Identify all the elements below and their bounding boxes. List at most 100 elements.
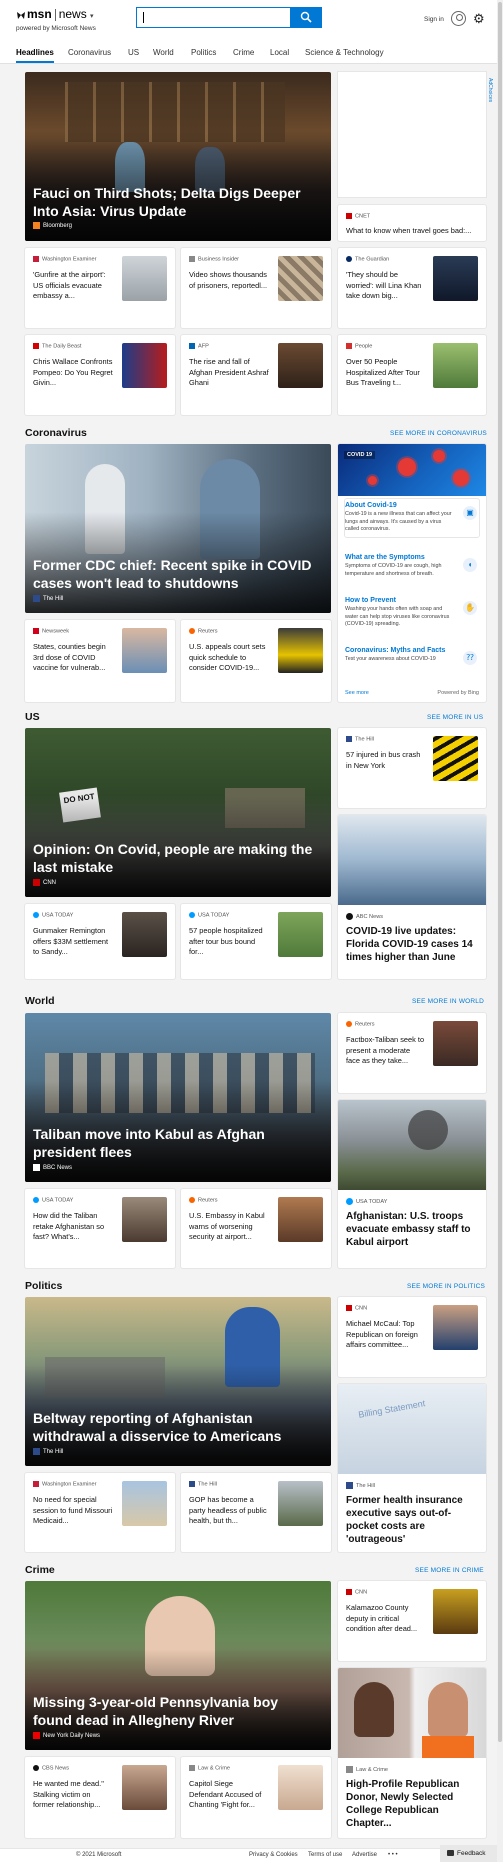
covid-item-myths[interactable]: Coronavirus: Myths and Facts Test your a… bbox=[345, 647, 479, 665]
card-title: Factbox-Taliban seek to present a modera… bbox=[346, 1035, 425, 1065]
hero-title[interactable]: Taliban move into Kabul as Afghan presid… bbox=[33, 1125, 319, 1161]
news-card[interactable]: USA TODAY 57 people hospitalized after t… bbox=[181, 904, 331, 979]
section-title-us[interactable]: US bbox=[25, 711, 40, 723]
feedback-button[interactable]: Feedback bbox=[440, 1845, 497, 1862]
card-thumbnail bbox=[433, 1021, 478, 1066]
card-title: Video shows thousands of prisoners, repo… bbox=[189, 270, 268, 290]
news-card[interactable]: Law & Crime Capitol Siege Defendant Accu… bbox=[181, 1757, 331, 1838]
avatar-icon[interactable] bbox=[451, 11, 466, 26]
news-card[interactable]: CNN Michael McCaul: Top Republican on fo… bbox=[338, 1297, 486, 1377]
news-card[interactable]: Washington Examiner No need for special … bbox=[25, 1473, 175, 1552]
section-title-politics[interactable]: Politics bbox=[25, 1280, 62, 1292]
hero-title[interactable]: Missing 3-year-old Pennsylvania boy foun… bbox=[33, 1693, 319, 1729]
tall-card[interactable]: Billing Statement The Hill Former health… bbox=[338, 1384, 486, 1552]
card-source: Washington Examiner bbox=[33, 1481, 97, 1487]
news-card[interactable]: People Over 50 People Hospitalized After… bbox=[338, 335, 486, 415]
news-card[interactable]: Reuters Factbox-Taliban seek to present … bbox=[338, 1013, 486, 1093]
card-thumbnail bbox=[278, 1481, 323, 1526]
terms-link[interactable]: Terms of use bbox=[308, 1852, 342, 1858]
card-source: Washington Examiner bbox=[33, 256, 97, 262]
news-card[interactable]: USA TODAY Gunmaker Remington offers $33M… bbox=[25, 904, 175, 979]
hero-title[interactable]: Opinion: On Covid, people are making the… bbox=[33, 840, 319, 876]
news-card[interactable]: Reuters U.S. Embassy in Kabul warns of w… bbox=[181, 1189, 331, 1268]
news-card[interactable]: Business Insider Video shows thousands o… bbox=[181, 248, 331, 328]
news-card[interactable]: USA TODAY How did the Taliban retake Afg… bbox=[25, 1189, 175, 1268]
side-card[interactable]: CNET What to know when travel goes bad:.… bbox=[338, 205, 486, 241]
tab-world[interactable]: World bbox=[153, 48, 174, 57]
see-more-politics[interactable]: SEE MORE IN POLITICS bbox=[407, 1283, 485, 1290]
card-thumbnail bbox=[278, 1765, 323, 1810]
covid-item-prevent[interactable]: How to Prevent Washing your hands often … bbox=[345, 597, 479, 629]
person-icon: ◖ bbox=[463, 558, 477, 572]
ad-choices-label[interactable]: AdChoices bbox=[487, 78, 493, 102]
tab-science-technology[interactable]: Science & Technology bbox=[305, 48, 384, 57]
covid-item-symptoms[interactable]: What are the Symptoms Symptoms of COVID-… bbox=[345, 554, 479, 578]
card-title: The rise and fall of Afghan President As… bbox=[189, 357, 269, 387]
info-icon: ▣ bbox=[463, 506, 477, 520]
section-title-world[interactable]: World bbox=[25, 995, 55, 1007]
brand-name: msn bbox=[27, 7, 52, 21]
hero-title[interactable]: Former CDC chief: Recent spike in COVID … bbox=[33, 556, 319, 592]
source-logo-icon bbox=[346, 913, 353, 920]
card-title: What to know when travel goes bad:... bbox=[346, 226, 472, 235]
hero-card-coronavirus[interactable]: Former CDC chief: Recent spike in COVID … bbox=[25, 444, 331, 613]
hero-card-world[interactable]: Taliban move into Kabul as Afghan presid… bbox=[25, 1013, 331, 1182]
scrollbar-thumb[interactable] bbox=[498, 2, 502, 1742]
sign-in-link[interactable]: Sign in bbox=[424, 16, 444, 23]
tall-card[interactable]: USA TODAY Afghanistan: U.S. troops evacu… bbox=[338, 1100, 486, 1268]
hero-card-politics[interactable]: Beltway reporting of Afghanistan withdra… bbox=[25, 1297, 331, 1466]
gear-icon[interactable]: ⚙ bbox=[473, 12, 485, 25]
tab-crime[interactable]: Crime bbox=[233, 48, 254, 57]
hero-card-crime[interactable]: Missing 3-year-old Pennsylvania boy foun… bbox=[25, 1581, 331, 1750]
hero-card-us[interactable]: DO NOT Opinion: On Covid, people are mak… bbox=[25, 728, 331, 897]
tab-headlines[interactable]: Headlines bbox=[16, 48, 54, 63]
news-card[interactable]: CBS News He wanted me dead." Stalking vi… bbox=[25, 1757, 175, 1838]
card-source: Reuters bbox=[189, 1197, 218, 1203]
news-card[interactable]: Newsweek States, counties begin 3rd dose… bbox=[25, 620, 175, 702]
see-more-coronavirus[interactable]: SEE MORE IN CORONAVIRUS bbox=[390, 430, 487, 437]
hero-title[interactable]: Beltway reporting of Afghanistan withdra… bbox=[33, 1409, 319, 1445]
news-card[interactable]: The Hill GOP has become a party headless… bbox=[181, 1473, 331, 1552]
card-title: GOP has become a party headless of publi… bbox=[189, 1495, 267, 1525]
footer: © 2021 Microsoft Privacy & Cookies Terms… bbox=[0, 1848, 497, 1862]
privacy-link[interactable]: Privacy & Cookies bbox=[249, 1852, 298, 1858]
covid-banner: COVID 19 bbox=[338, 444, 486, 496]
see-more-world[interactable]: SEE MORE IN WORLD bbox=[412, 998, 484, 1005]
see-more-crime[interactable]: SEE MORE IN CRIME bbox=[415, 1567, 484, 1574]
source-logo-icon bbox=[346, 256, 352, 262]
news-card[interactable]: Washington Examiner 'Gunfire at the airp… bbox=[25, 248, 175, 328]
source-logo-icon bbox=[189, 1765, 195, 1771]
more-icon[interactable]: • • • bbox=[388, 1852, 398, 1858]
scrollbar[interactable] bbox=[497, 0, 503, 1862]
tall-card[interactable]: Law & Crime High-Profile Republican Dono… bbox=[338, 1668, 486, 1838]
section-title-coronavirus[interactable]: Coronavirus bbox=[25, 427, 87, 439]
news-card[interactable]: Reuters U.S. appeals court sets quick sc… bbox=[181, 620, 331, 702]
chevron-down-icon[interactable]: ▾ bbox=[90, 13, 94, 20]
see-more-us[interactable]: SEE MORE IN US bbox=[427, 714, 483, 721]
covid-item-heading: Coronavirus: Myths and Facts bbox=[345, 647, 446, 654]
news-card[interactable]: The Daily Beast Chris Wallace Confronts … bbox=[25, 335, 175, 415]
covid-item-desc: Symptoms of COVID-19 are cough, high tem… bbox=[345, 563, 442, 577]
hero-source: New York Daily News bbox=[33, 1732, 100, 1739]
source-logo-icon bbox=[33, 256, 39, 262]
section-title-crime[interactable]: Crime bbox=[25, 1564, 55, 1576]
hero-title[interactable]: Fauci on Third Shots; Delta Digs Deeper … bbox=[33, 184, 319, 220]
tall-card[interactable]: ABC News COVID-19 live updates: Florida … bbox=[338, 815, 486, 979]
ad-slot bbox=[338, 72, 486, 197]
news-card[interactable]: The Hill 57 injured in bus crash in New … bbox=[338, 728, 486, 808]
search-button[interactable] bbox=[290, 7, 322, 28]
hero-card-headlines[interactable]: Fauci on Third Shots; Delta Digs Deeper … bbox=[25, 72, 331, 241]
news-card[interactable]: AFP The rise and fall of Afghan Presiden… bbox=[181, 335, 331, 415]
tab-coronavirus[interactable]: Coronavirus bbox=[68, 48, 111, 57]
news-card[interactable]: The Guardian 'They should be worried': w… bbox=[338, 248, 486, 328]
advertise-link[interactable]: Advertise bbox=[352, 1852, 377, 1858]
covid-item-desc: Test your awareness about COVID-19 bbox=[345, 656, 436, 662]
covid-item-about[interactable]: About Covid-19 Covid-19 is a new illness… bbox=[345, 502, 479, 534]
tab-local[interactable]: Local bbox=[270, 48, 289, 57]
tab-us[interactable]: US bbox=[128, 48, 139, 57]
tab-politics[interactable]: Politics bbox=[191, 48, 216, 57]
msn-logo[interactable]: msn news ▾ bbox=[16, 8, 94, 23]
news-card[interactable]: CNN Kalamazoo County deputy in critical … bbox=[338, 1581, 486, 1661]
covid-see-more[interactable]: See more bbox=[345, 690, 369, 696]
card-image bbox=[338, 1100, 486, 1190]
